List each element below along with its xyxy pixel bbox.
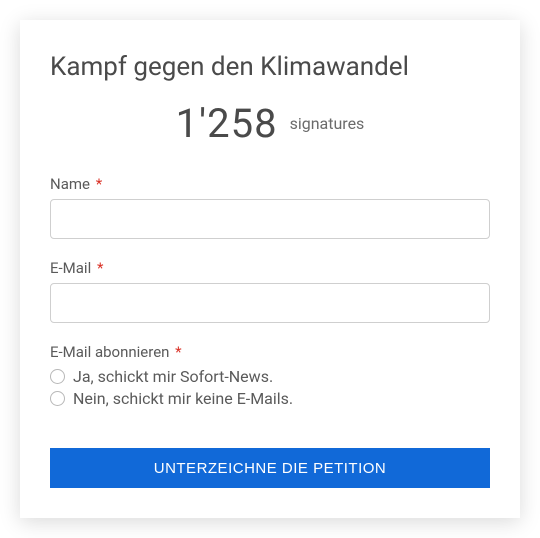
email-input[interactable] (50, 283, 490, 323)
email-label: E-Mail * (50, 259, 490, 277)
name-input[interactable] (50, 199, 490, 239)
required-marker: * (97, 259, 103, 277)
signature-count-row: 1'258 signatures (50, 100, 490, 147)
subscribe-option-no[interactable]: Nein, schickt mir keine E-Mails. (50, 389, 490, 408)
subscribe-radio-group: Ja, schickt mir Sofort-News. Nein, schic… (50, 367, 490, 408)
subscribe-option-yes-label: Ja, schickt mir Sofort-News. (73, 367, 273, 386)
radio-icon (50, 391, 65, 406)
submit-button[interactable]: UNTERZEICHNE DIE PETITION (50, 448, 490, 488)
name-label: Name * (50, 175, 490, 193)
email-label-text: E-Mail (50, 259, 91, 277)
subscribe-field: E-Mail abonnieren * Ja, schickt mir Sofo… (50, 343, 490, 408)
subscribe-label: E-Mail abonnieren * (50, 343, 490, 361)
signature-count: 1'258 (176, 100, 278, 147)
signature-count-label: signatures (290, 114, 365, 133)
subscribe-option-no-label: Nein, schickt mir keine E-Mails. (73, 389, 293, 408)
required-marker: * (175, 343, 181, 361)
petition-form-card: Kampf gegen den Klimawandel 1'258 signat… (20, 20, 520, 518)
required-marker: * (96, 175, 102, 193)
subscribe-option-yes[interactable]: Ja, schickt mir Sofort-News. (50, 367, 490, 386)
name-label-text: Name (50, 175, 90, 193)
subscribe-label-text: E-Mail abonnieren (50, 343, 169, 361)
petition-title: Kampf gegen den Klimawandel (50, 52, 490, 82)
radio-icon (50, 369, 65, 384)
name-field: Name * (50, 175, 490, 239)
email-field: E-Mail * (50, 259, 490, 323)
